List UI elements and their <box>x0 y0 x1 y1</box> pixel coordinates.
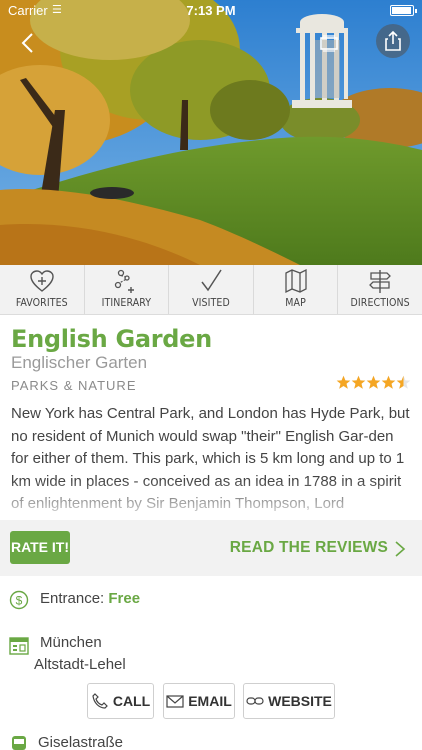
map-label: MAP <box>285 297 306 309</box>
place-title: English Garden <box>11 325 212 353</box>
call-button[interactable]: CALL <box>87 683 154 719</box>
phone-icon <box>92 693 108 709</box>
transit-stop: Giselastraße <box>38 734 124 750</box>
dollar-icon: $ <box>9 590 29 610</box>
back-button[interactable] <box>14 28 44 58</box>
share-icon <box>385 30 401 51</box>
address-icon <box>9 637 29 655</box>
website-button[interactable]: WEBSITE <box>243 683 335 719</box>
status-bar: Carrier ☰ 7:13 PM <box>0 0 422 22</box>
directions-button[interactable]: DIRECTIONS <box>337 265 422 314</box>
place-local-name: Englischer Garten <box>11 353 148 372</box>
address-district: Altstadt-Lehel <box>34 656 126 673</box>
read-reviews-link[interactable]: READ THE REVIEWS <box>230 539 388 557</box>
photo-gallery-icon <box>320 35 338 52</box>
star-icon <box>351 375 366 389</box>
visited-label: VISITED <box>192 297 230 309</box>
chevron-left-icon <box>21 33 33 53</box>
route-icon <box>115 269 135 293</box>
link-icon <box>246 697 264 705</box>
entrance-value: Free <box>108 590 141 607</box>
action-toolbar: FAVORITES ITINERARY VISITED MAP DIRECTIO… <box>0 265 422 315</box>
website-label: WEBSITE <box>268 693 332 709</box>
directions-label: DIRECTIONS <box>350 297 410 309</box>
address-city: München <box>40 634 102 651</box>
email-label: EMAIL <box>188 693 232 709</box>
email-button[interactable]: EMAIL <box>163 683 235 719</box>
favorites-button[interactable]: FAVORITES <box>0 265 84 314</box>
gallery-button[interactable] <box>318 34 340 52</box>
itinerary-label: ITINERARY <box>101 297 152 309</box>
signpost-icon <box>369 270 392 293</box>
envelope-icon <box>166 695 184 708</box>
share-button[interactable] <box>376 24 410 58</box>
chevron-right-icon <box>395 541 406 557</box>
rate-bar: RATE IT! READ THE REVIEWS <box>0 520 422 576</box>
star-icon <box>336 375 351 389</box>
svg-text:$: $ <box>16 594 23 608</box>
place-category: PARKS & NATURE <box>11 378 137 393</box>
call-label: CALL <box>112 693 151 709</box>
park-photo <box>0 0 422 265</box>
description-fade <box>0 480 422 520</box>
bus-icon <box>12 736 26 750</box>
clock: 7:13 PM <box>186 3 236 18</box>
checkmark-icon <box>201 269 222 292</box>
itinerary-button[interactable]: ITINERARY <box>83 265 169 314</box>
map-icon <box>284 268 307 294</box>
rate-it-button[interactable]: RATE IT! <box>10 531 70 564</box>
star-icon <box>396 375 411 389</box>
star-icon <box>381 375 396 389</box>
map-button[interactable]: MAP <box>252 265 338 314</box>
entrance-info: Entrance: Free <box>40 590 140 607</box>
hero-image: Carrier ☰ 7:13 PM <box>0 0 422 265</box>
star-icon <box>366 375 381 389</box>
entrance-label: Entrance: <box>40 590 109 607</box>
battery-icon <box>390 5 417 16</box>
visited-button[interactable]: VISITED <box>168 265 253 314</box>
favorites-label: FAVORITES <box>15 297 68 309</box>
star-rating <box>336 375 411 390</box>
heart-plus-icon <box>30 270 54 292</box>
